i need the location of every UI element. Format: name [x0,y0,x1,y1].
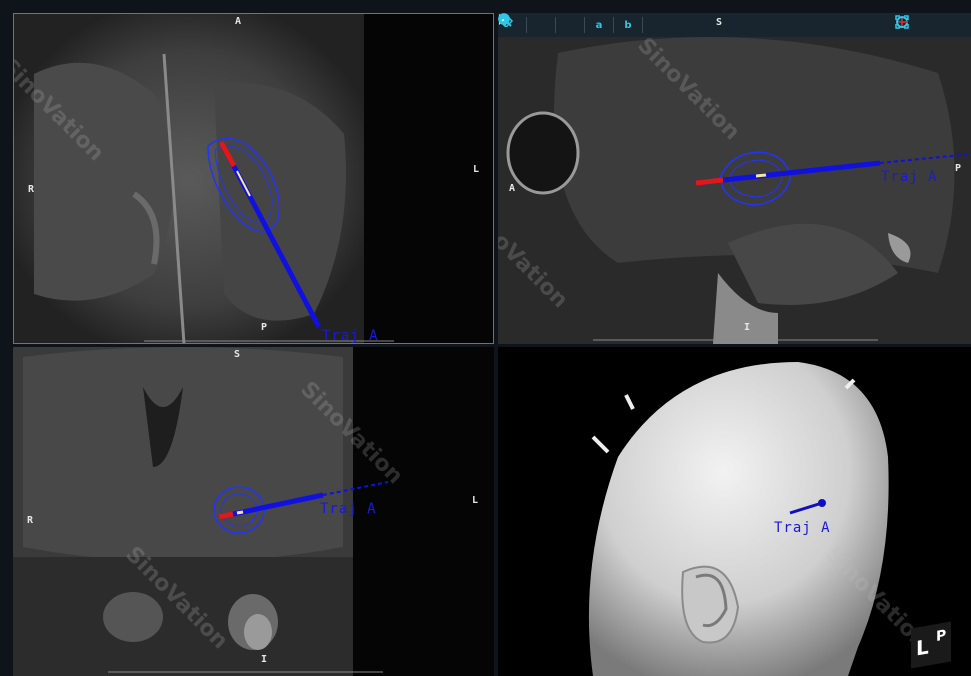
axial-left-label: L [473,164,480,175]
sagittal-trajectory-label[interactable]: Traj A [881,169,938,185]
3d-view[interactable]: Traj A SinoVation L P [498,347,971,676]
axial-image [14,14,493,343]
toolbar-separator [642,17,643,33]
view-toolbar: a b [498,13,971,37]
toolbar-separator [613,17,614,33]
coronal-view[interactable]: S R L I Traj A SinoVation SinoVation [13,347,494,676]
fullscreen-button[interactable] [895,15,967,35]
coronal-right-label: R [27,515,34,526]
scroll-slice-button[interactable] [499,14,551,35]
axial-posterior-label: P [261,322,268,333]
eye-globe [506,111,580,195]
toolbar-right-group [895,15,967,35]
toolbar-separator [526,17,527,33]
coronal-superior-label: S [234,349,241,360]
contrast-b-button[interactable]: b [498,13,638,35]
3d-entry-point[interactable] [818,499,826,507]
orientation-cube-left: L [916,634,929,661]
orientation-cube-posterior: P [936,627,947,646]
toolbar-separator [555,17,556,33]
axial-trajectory-label[interactable]: Traj A [322,328,379,343]
coronal-inferior-label: I [261,654,268,665]
sagittal-superior-label: S [716,17,723,28]
sagittal-entry-segment [695,177,724,186]
zoom-tool-button[interactable] [499,14,580,35]
coronal-target-segment [236,510,244,515]
coronal-image [13,347,494,676]
3d-trajectory-label[interactable]: Traj A [774,520,831,536]
coronal-entry-segment [218,511,234,520]
axial-view[interactable]: A R L P Traj A SinoVation [13,13,494,344]
ruler-icon [498,13,514,27]
sagittal-view[interactable]: a b S A P I Traj A SinoVation SinoVation [498,13,971,344]
head-marker [624,394,635,410]
measure-tool-button[interactable] [498,13,667,35]
sagittal-inferior-label: I [744,322,751,333]
axial-anterior-label: A [235,16,242,27]
coronal-left-label: L [472,495,479,506]
coronal-trajectory-label[interactable]: Traj A [320,501,377,517]
sagittal-anterior-label: A [509,183,516,194]
head-marker [591,435,610,454]
reset-view-button[interactable] [896,15,943,35]
contrast-a-label: a [595,19,603,31]
axial-right-label: R [28,184,35,195]
sagittal-target-segment [755,173,767,178]
contrast-b-label: b [624,19,632,31]
toolbar-separator [584,17,585,33]
sinus-ellipse [244,614,272,650]
head-surface [588,362,889,676]
orientation-cube[interactable]: L P [911,621,951,669]
expand-icon [895,15,909,29]
contrast-a-button[interactable]: a [498,13,609,35]
sagittal-posterior-label: P [955,163,962,174]
